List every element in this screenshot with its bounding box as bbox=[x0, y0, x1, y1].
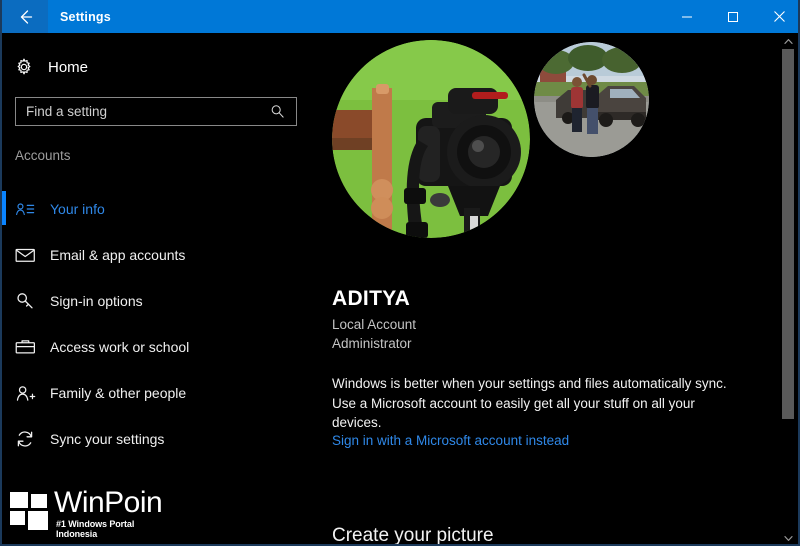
chevron-up-icon[interactable] bbox=[780, 33, 796, 49]
sidebar-item-label: Email & app accounts bbox=[50, 247, 186, 263]
maximize-button[interactable] bbox=[710, 0, 756, 33]
account-type: Local Account bbox=[332, 317, 417, 332]
sidebar-item-label: Your info bbox=[50, 201, 105, 217]
window-controls bbox=[664, 0, 798, 33]
profile-picture-thumbnail[interactable] bbox=[534, 42, 649, 157]
sidebar-item-family-other-people[interactable]: Family & other people bbox=[2, 370, 312, 416]
selection-accent-bar bbox=[2, 283, 6, 317]
minimize-button[interactable] bbox=[664, 0, 710, 33]
back-button[interactable] bbox=[2, 0, 48, 33]
sidebar-section-title: Accounts bbox=[15, 148, 71, 163]
sidebar-item-label: Sign-in options bbox=[50, 293, 143, 309]
search-box[interactable] bbox=[15, 97, 297, 126]
briefcase-icon bbox=[15, 336, 39, 358]
winpoin-name: WinPoin bbox=[54, 486, 163, 519]
settings-window: Settings Home Find a setting Accounts Yo… bbox=[0, 0, 800, 546]
profile-picture-large[interactable] bbox=[332, 40, 530, 238]
sign-in-microsoft-link[interactable]: Sign in with a Microsoft account instead bbox=[332, 433, 569, 448]
close-button[interactable] bbox=[756, 0, 798, 33]
selection-accent-bar bbox=[2, 237, 6, 271]
sidebar-item-your-info[interactable]: Your info bbox=[2, 186, 312, 232]
vertical-scrollbar[interactable] bbox=[780, 33, 796, 544]
sidebar-item-sync-your-settings[interactable]: Sync your settings bbox=[2, 416, 312, 462]
sidebar-nav-list: Your info Email & app accounts Sign-in o… bbox=[2, 186, 312, 462]
sidebar-item-access-work-or-school[interactable]: Access work or school bbox=[2, 324, 312, 370]
create-picture-heading: Create your picture bbox=[332, 525, 494, 546]
winpoin-logo-icon bbox=[10, 492, 54, 532]
search-input[interactable] bbox=[16, 98, 266, 125]
selection-accent-bar bbox=[2, 375, 6, 409]
sidebar-item-sign-in-options[interactable]: Sign-in options bbox=[2, 278, 312, 324]
user-info-icon bbox=[15, 198, 39, 220]
sync-description: Windows is better when your settings and… bbox=[332, 376, 727, 430]
scrollbar-thumb[interactable] bbox=[782, 49, 794, 419]
title-bar-drag-area[interactable] bbox=[111, 0, 664, 33]
winpoin-watermark: WinPoin #1 Windows Portal Indonesia bbox=[10, 486, 163, 539]
sidebar-item-label: Family & other people bbox=[50, 385, 187, 401]
main-content: ADITYA Local Account Administrator Windo… bbox=[312, 33, 778, 546]
user-plus-icon bbox=[15, 382, 39, 404]
account-role: Administrator bbox=[332, 336, 412, 351]
winpoin-tagline: #1 Windows Portal Indonesia bbox=[56, 519, 135, 539]
chevron-down-icon[interactable] bbox=[780, 530, 796, 544]
key-icon bbox=[15, 290, 39, 312]
selection-accent-bar bbox=[2, 421, 6, 455]
window-title: Settings bbox=[60, 9, 111, 24]
selection-accent-bar bbox=[2, 329, 6, 363]
sidebar-item-label: Sync your settings bbox=[50, 431, 165, 447]
home-label: Home bbox=[48, 58, 89, 76]
sidebar: Home Accounts bbox=[2, 33, 312, 544]
envelope-icon bbox=[15, 244, 39, 266]
gear-icon bbox=[14, 57, 34, 77]
title-bar: Settings bbox=[2, 0, 798, 33]
selection-accent-bar bbox=[2, 191, 6, 225]
sidebar-item-email-app-accounts[interactable]: Email & app accounts bbox=[2, 232, 312, 278]
account-name: ADITYA bbox=[332, 287, 411, 310]
search-icon[interactable] bbox=[266, 104, 288, 119]
sync-icon bbox=[15, 428, 39, 450]
sidebar-item-home[interactable]: Home bbox=[14, 53, 88, 81]
sidebar-item-label: Access work or school bbox=[50, 339, 190, 355]
